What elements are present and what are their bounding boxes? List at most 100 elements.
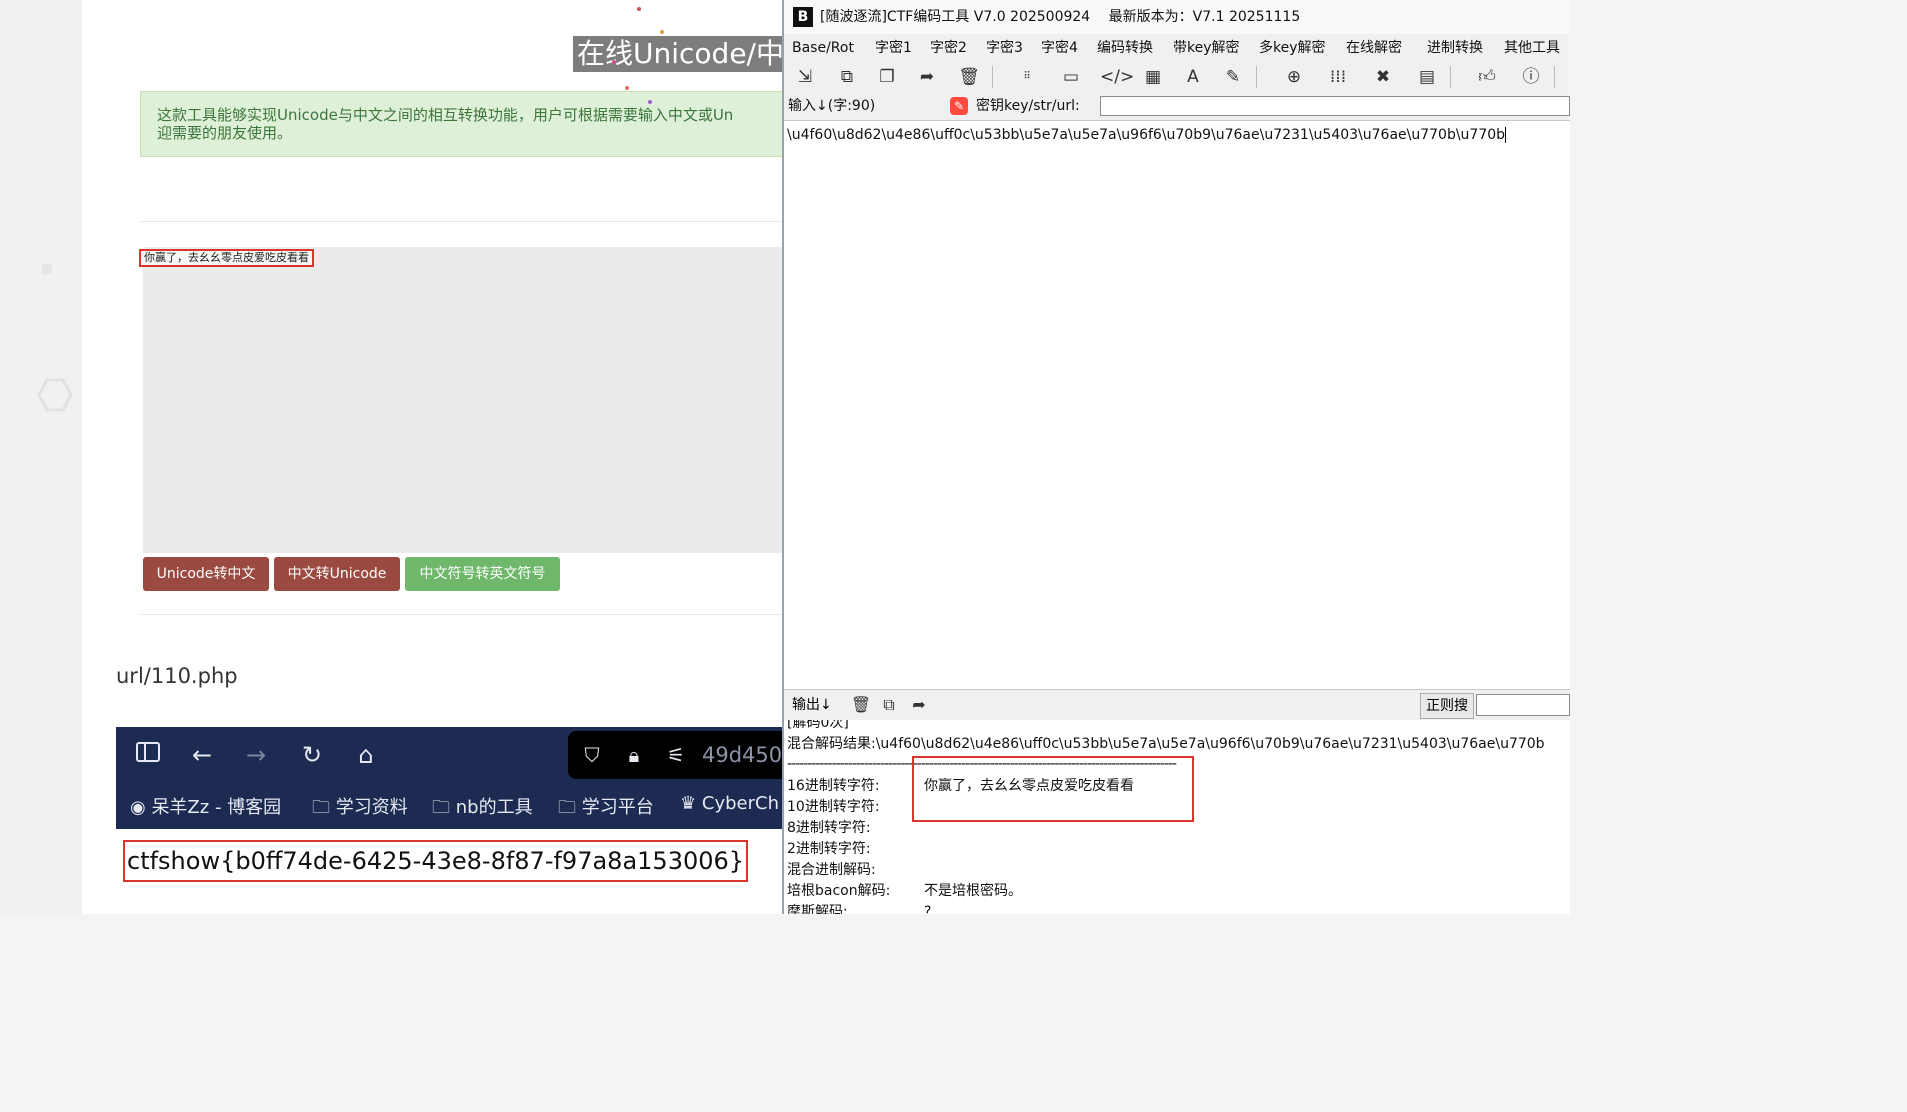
menu-cipher-1[interactable]: 字密1 xyxy=(875,36,912,60)
bacon-value: 不是培根密码。 xyxy=(924,883,1022,899)
description-line-1: 这款工具能够实现Unicode与中文之间的相互转换功能，用户可根据需要输入中文或… xyxy=(157,106,734,124)
unicode-to-chinese-button[interactable]: Unicode转中文 xyxy=(143,557,269,591)
clear-output-icon[interactable]: 🗑︎ xyxy=(850,694,872,716)
key-label: 密钥key/str/url: xyxy=(976,98,1080,114)
url-label: url/110.php xyxy=(116,664,238,688)
font-icon[interactable]: A xyxy=(1180,64,1206,90)
menu-online-decrypt[interactable]: 在线解密 xyxy=(1346,36,1402,60)
menu-cipher-4[interactable]: 字密4 xyxy=(1041,36,1078,60)
regex-input[interactable] xyxy=(1476,694,1570,716)
paste-icon[interactable]: ❐ xyxy=(874,64,900,90)
output-textarea[interactable]: [解码0次] 混合解码结果:\u4f60\u8d62\u4e86\uff0c\u… xyxy=(784,720,1570,914)
divider xyxy=(140,614,784,615)
toolbar-separator xyxy=(1450,66,1451,88)
bookmark-folder-platform[interactable]: 🗀 学习平台 xyxy=(558,793,654,825)
bin-to-char-label: 2进制转字符: xyxy=(787,841,871,857)
toolbar: ⇲ ⧉ ❐ ➦ 🗑︎ ⠿ ▭ </> ▦ A ✎ ⊕ ⁞⁞⁞ ✖ ▤ 👍︎ ⓘ xyxy=(784,62,1570,92)
input-text: \u4f60\u8d62\u4e86\uff0c\u53bb\u5e7a\u5e… xyxy=(787,127,1506,143)
home-icon[interactable]: ⌂ xyxy=(352,741,380,769)
chef-hat-icon: ♛ xyxy=(680,793,697,814)
bacon-label: 培根bacon解码: xyxy=(787,883,891,899)
trash-icon[interactable]: 🗑︎ xyxy=(956,64,982,90)
menu-base-rot[interactable]: Base/Rot xyxy=(792,36,854,60)
output-bar: 输出↓ 🗑︎ ⧉ ➦ 正则搜 xyxy=(784,689,1570,720)
toolbar-separator xyxy=(992,66,993,88)
menu-cipher-3[interactable]: 字密3 xyxy=(986,36,1023,60)
share-output-icon[interactable]: ➦ xyxy=(908,694,930,716)
lock-icon[interactable]: 🔒︎ xyxy=(620,741,648,769)
textarea-content: 你赢了，去幺幺零点皮爱吃皮看看 xyxy=(139,249,314,267)
input-textarea[interactable]: \u4f60\u8d62\u4e86\uff0c\u53bb\u5e7a\u5e… xyxy=(784,120,1570,689)
address-text: 49d450 xyxy=(702,743,783,767)
terminal-icon[interactable]: ▭ xyxy=(1058,64,1084,90)
permissions-icon[interactable]: ⚟ xyxy=(662,741,690,769)
app-logo-icon: B xyxy=(793,7,813,27)
input-label: 输入↓(字:90) xyxy=(788,98,876,114)
conversion-textarea[interactable] xyxy=(143,247,784,553)
thumbs-up-icon[interactable]: 👍︎ xyxy=(1474,64,1500,90)
text-caret xyxy=(1505,127,1507,143)
menu-encoding-convert[interactable]: 编码转换 xyxy=(1097,36,1153,60)
background-strip xyxy=(0,0,82,914)
bookmark-label: 学习资料 xyxy=(335,797,408,818)
output-label: 输出↓ xyxy=(792,697,832,713)
flag-text: ctfshow{b0ff74de-6425-43e8-8f87-f97a8a15… xyxy=(123,840,749,882)
bookmark-cyberchef[interactable]: ♛ CyberCh xyxy=(680,793,779,814)
forward-arrow-icon[interactable]: → xyxy=(242,741,270,769)
tool-description-alert: 这款工具能够实现Unicode与中文之间的相互转换功能，用户可根据需要输入中文或… xyxy=(140,91,800,157)
tools-icon[interactable]: ✖ xyxy=(1370,64,1396,90)
document-icon[interactable]: ▤ xyxy=(1414,64,1440,90)
confetti-dot xyxy=(660,30,664,34)
dec-to-char-label: 10进制转字符: xyxy=(787,799,880,815)
back-arrow-icon[interactable]: ← xyxy=(188,741,216,769)
shield-icon[interactable]: ⛉ xyxy=(578,741,606,769)
globe-icon[interactable]: ⊕ xyxy=(1281,64,1307,90)
menu-cipher-2[interactable]: 字密2 xyxy=(930,36,967,60)
grid-icon[interactable]: ⁞⁞⁞ xyxy=(1325,64,1351,90)
edit-icon[interactable]: ✎ xyxy=(1220,64,1246,90)
table-icon[interactable]: ▦ xyxy=(1140,64,1166,90)
help-icon[interactable]: ⓘ xyxy=(1518,64,1544,90)
hex-to-char-label: 16进制转字符: xyxy=(787,778,880,794)
bookmark-label: nb的工具 xyxy=(455,797,533,818)
key-icon: ✎ xyxy=(950,97,968,115)
copy-output-icon[interactable]: ⧉ xyxy=(878,694,900,716)
menu-key-decrypt[interactable]: 带key解密 xyxy=(1173,36,1240,60)
address-bar[interactable]: ⛉ 🔒︎ ⚟ 49d450 xyxy=(568,731,808,779)
key-input[interactable] xyxy=(1100,96,1570,116)
window-title: [随波逐流]CTF编码工具 V7.0 202500924 xyxy=(820,9,1091,25)
mixed-decode-line: 混合解码结果:\u4f60\u8d62\u4e86\uff0c\u53bb\u5… xyxy=(787,735,1545,753)
input-row: 输入↓(字:90) ✎ 密钥key/str/url: xyxy=(784,94,1570,118)
regex-search-button[interactable]: 正则搜 xyxy=(1420,693,1474,719)
menu-base-convert[interactable]: 进制转换 xyxy=(1427,36,1483,60)
menu-other-tools[interactable]: 其他工具 xyxy=(1504,36,1560,60)
chinese-to-unicode-button[interactable]: 中文转Unicode xyxy=(274,557,400,591)
toolbar-separator xyxy=(1554,66,1555,88)
menu-multi-key-decrypt[interactable]: 多key解密 xyxy=(1259,36,1326,60)
ctf-tool-window: B [随波逐流]CTF编码工具 V7.0 202500924 最新版本为：V7.… xyxy=(782,0,1570,914)
hexagon-decoration-icon xyxy=(38,378,72,412)
page-title: 在线Unicode/中 xyxy=(573,36,788,72)
browser-screenshot: ← → ↻ ⌂ ⛉ 🔒︎ ⚟ 49d450 ◉ 呆羊Zz - 博客园 🗀 学习资… xyxy=(116,727,808,829)
copy-icon[interactable]: ⧉ xyxy=(834,64,860,90)
bookmark-label: 呆羊Zz - 博客园 xyxy=(151,797,282,818)
base-encode-icon[interactable]: ⠿ xyxy=(1014,64,1040,90)
sidebar-icon[interactable] xyxy=(134,741,162,769)
folder-icon: 🗀 xyxy=(432,797,450,818)
bookmark-folder-tools[interactable]: 🗀 nb的工具 xyxy=(432,793,533,825)
import-icon[interactable]: ⇲ xyxy=(792,64,818,90)
decorative-square xyxy=(42,264,52,274)
window-titlebar: B [随波逐流]CTF编码工具 V7.0 202500924 最新版本为：V7.… xyxy=(784,0,1570,34)
share-icon[interactable]: ➦ xyxy=(914,64,940,90)
latest-version: 最新版本为：V7.1 20251115 xyxy=(1108,9,1301,25)
bookmark-folder-study[interactable]: 🗀 学习资料 xyxy=(312,793,408,825)
morse-value: ? xyxy=(924,904,932,914)
reload-icon[interactable]: ↻ xyxy=(298,741,326,769)
code-icon[interactable]: </> xyxy=(1100,64,1134,90)
confetti-dot xyxy=(612,60,616,64)
bookmark-label: CyberCh xyxy=(701,793,779,814)
chinese-symbol-to-english-button[interactable]: 中文符号转英文符号 xyxy=(405,557,560,591)
mixed-decode-label: 混合解码结果: xyxy=(787,736,876,752)
bookmark-blog[interactable]: ◉ 呆羊Zz - 博客园 xyxy=(130,793,281,819)
bookmark-label: 学习平台 xyxy=(581,797,654,818)
